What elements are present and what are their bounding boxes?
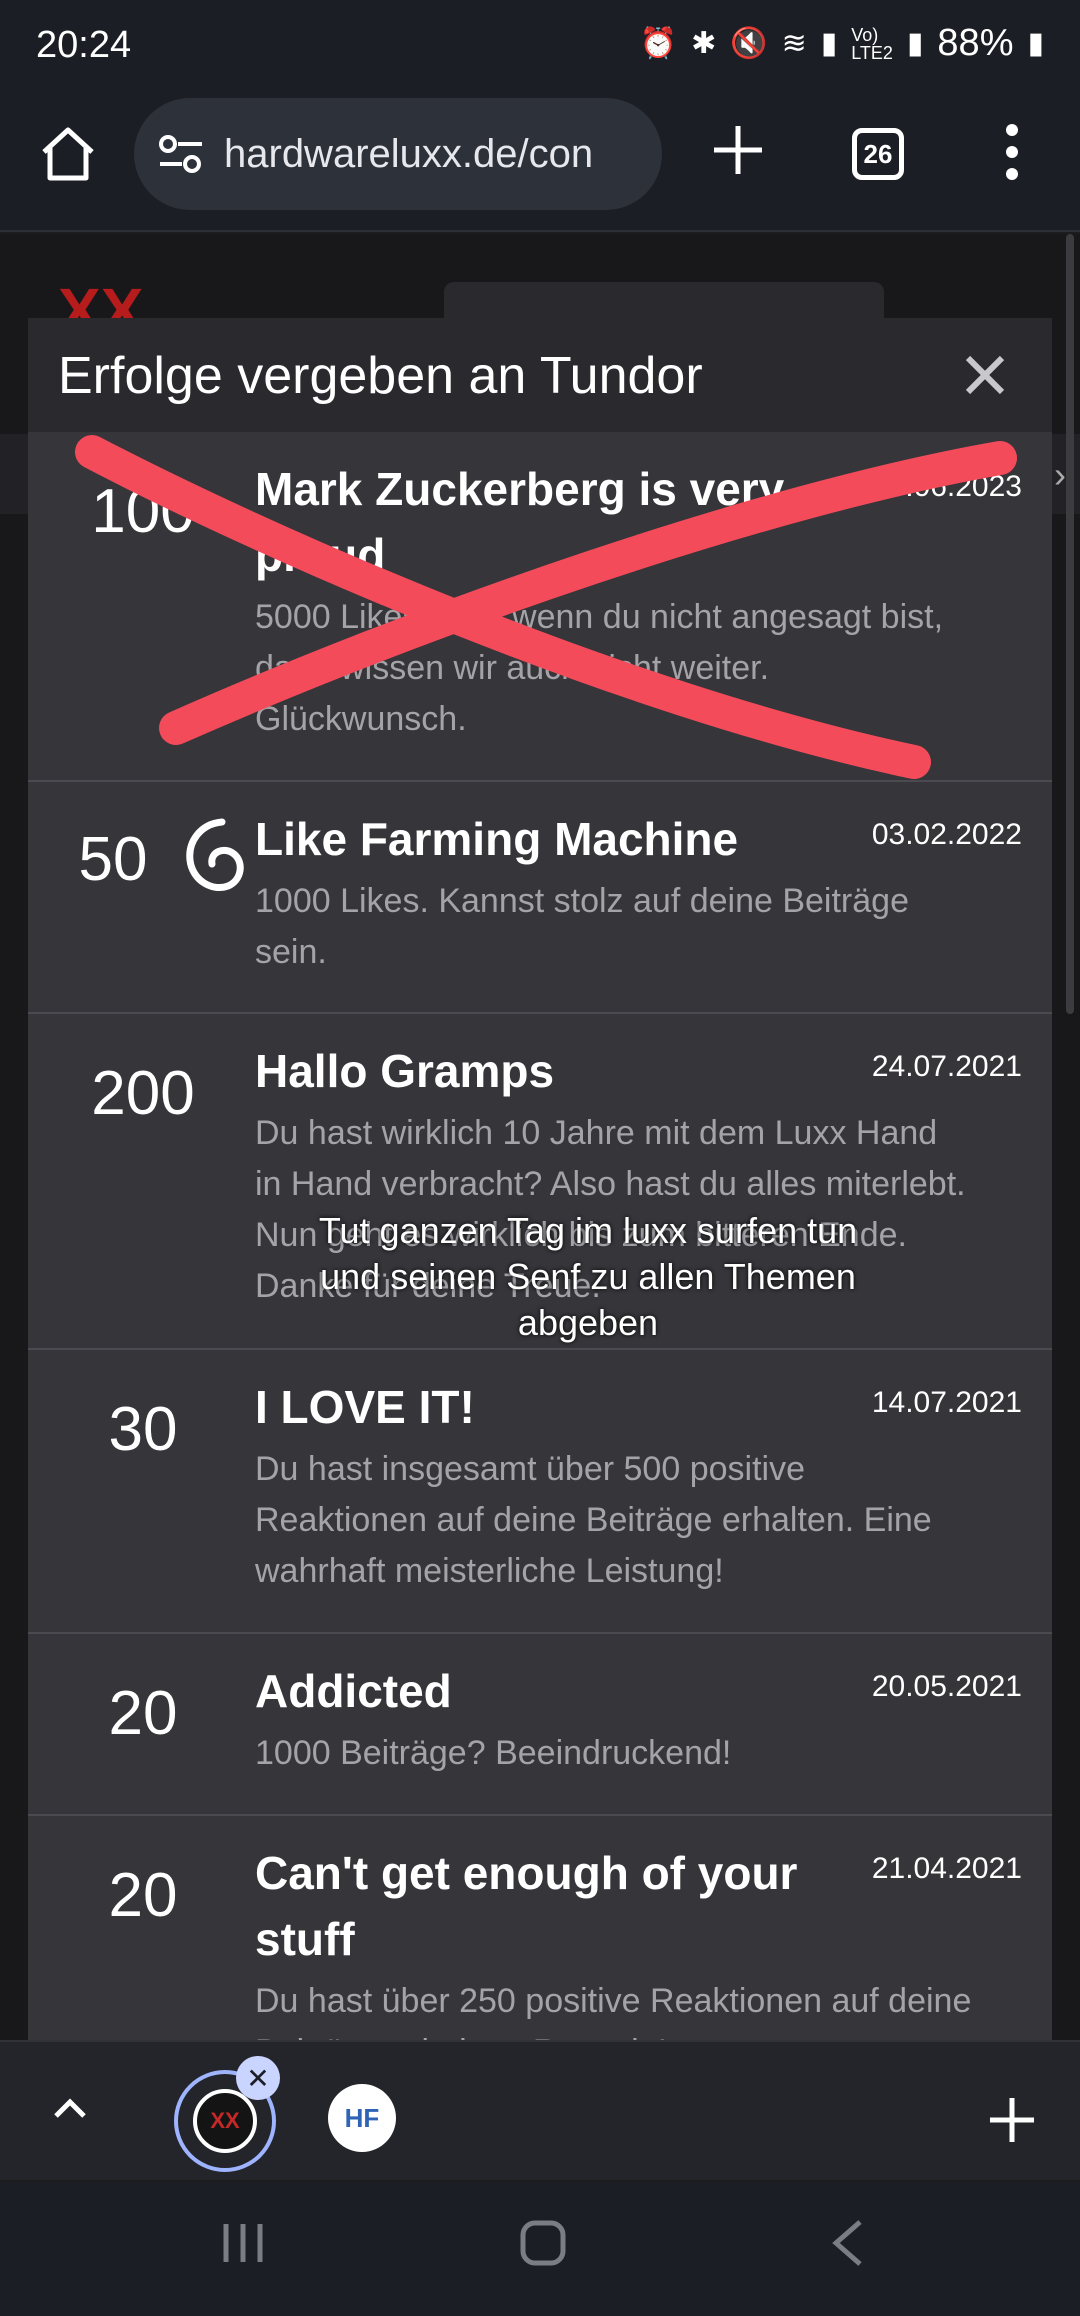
page-scrollbar[interactable]: [1066, 234, 1074, 1014]
bluetooth-icon: ✱: [691, 27, 717, 60]
achievement-row: 20 Addicted 20.05.2021 1000 Beiträge? Be…: [28, 1634, 1052, 1816]
achievement-title: Hallo Gramps: [255, 1045, 555, 1097]
achievement-row: 50 Like Farming Machine 03.02.2022 1000 …: [28, 782, 1052, 1014]
loading-spinner-icon: [186, 818, 244, 891]
achievement-points: 100: [91, 477, 195, 546]
desc-line: Du hast über 250 positive Reaktionen auf…: [255, 1982, 972, 2020]
achievement-date: 20.05.2021: [871, 1670, 1022, 1703]
achievement-description: Du hast über 250 positive Reaktionen auf…: [255, 1976, 1025, 2040]
achievement-row: 100 Mark Zuckerberg is very proud 15.06.…: [28, 432, 1052, 782]
chevron-up-icon[interactable]: [50, 2088, 90, 2128]
desc-line: in Hand verbracht? Also hast du alles mi…: [255, 1165, 966, 1203]
desc-line: Du hast wirklich 10 Jahre mit dem Luxx H…: [255, 1114, 938, 1152]
battery-icon: ▮: [1027, 27, 1044, 60]
achievement-title: Like Farming Machine: [255, 813, 739, 865]
battery-percent: 88%: [937, 22, 1014, 64]
desc-line: 1000 Likes. Kannst stolz auf deine Beitr…: [255, 882, 909, 920]
achievement-description: 1000 Likes. Kannst stolz auf deine Beitr…: [255, 876, 1025, 978]
recent-apps-icon[interactable]: [218, 2218, 268, 2268]
status-icons: ⏰ ✱ 🔇 ≋ ▮ Vo) LTE2 ▮ 88% ▮: [640, 22, 1044, 65]
desc-line: dann wissen wir auch nicht weiter.: [255, 649, 770, 687]
achievement-title: Addicted: [255, 1665, 452, 1717]
achievement-date: 14.07.2021: [871, 1386, 1022, 1419]
tab-switcher-button[interactable]: 26: [852, 128, 904, 180]
signal-icon-2: ▮: [906, 27, 924, 60]
achievement-row: 30 I LOVE IT! 14.07.2021 Du hast insgesa…: [28, 1350, 1052, 1634]
add-tab-icon[interactable]: [988, 2096, 1036, 2144]
achievement-date: 15.06.2023: [871, 470, 1022, 503]
wifi-icon: ≋: [781, 27, 807, 60]
overflow-menu-icon[interactable]: [1002, 122, 1022, 182]
tab-favicon: XX: [193, 2089, 257, 2153]
tooltip-line: abgeben: [517, 1302, 659, 1343]
achievement-title-line: proud: [255, 529, 386, 581]
desc-line: wahrhaft meisterliche Leistung!: [255, 1552, 724, 1590]
desc-line: 1000 Beiträge? Beeindruckend!: [255, 1734, 732, 1772]
desc-line: Glückwunsch.: [255, 700, 467, 738]
mute-icon: 🔇: [730, 27, 768, 60]
signal-icon: ▮: [820, 27, 838, 60]
tooltip-line: und seinen Senf zu allen Themen: [320, 1256, 856, 1297]
achievement-points: 20: [108, 1861, 178, 1930]
achievement-title: Can't get enough of your stuff: [255, 1840, 797, 1972]
desc-line: sein.: [255, 933, 327, 971]
desc-line: Du hast insgesamt über 500 positive: [255, 1450, 805, 1488]
url-text[interactable]: hardwareluxx.de/con: [224, 132, 654, 177]
achievement-title: I LOVE IT!: [255, 1381, 475, 1433]
achievement-points: 30: [108, 1395, 178, 1464]
back-icon[interactable]: [828, 2218, 868, 2268]
tooltip-line: Tut ganzen Tag im luxx surfen tun: [318, 1210, 858, 1251]
achievement-description: Du hast insgesamt über 500 positive Reak…: [255, 1444, 1025, 1597]
hover-tooltip: Tut ganzen Tag im luxx surfen tun und se…: [268, 1208, 908, 1346]
home-button-icon[interactable]: [518, 2218, 568, 2268]
chevron-right-icon: ›: [1054, 454, 1066, 495]
desc-line: 5000 Likes. Also wenn du nicht angesagt …: [255, 598, 944, 636]
alarm-icon: ⏰: [639, 27, 678, 60]
achievement-row: 20 Can't get enough of your stuff 21.04.…: [28, 1816, 1052, 2040]
achievement-date: 24.07.2021: [871, 1050, 1022, 1083]
achievement-points: 20: [108, 1679, 178, 1748]
home-icon[interactable]: [38, 124, 98, 184]
achievement-description: 1000 Beiträge? Beeindruckend!: [255, 1728, 1025, 1779]
achievement-description: 5000 Likes. Also wenn du nicht angesagt …: [255, 592, 1025, 745]
achievement-date: 03.02.2022: [871, 818, 1022, 851]
achievement-points: 200: [91, 1059, 195, 1128]
achievements-dialog: Erfolge vergeben an Tundor 100 Mark Zuck…: [28, 318, 1052, 2040]
status-time: 20:24: [36, 24, 132, 66]
dialog-title: Erfolge vergeben an Tundor: [58, 347, 703, 405]
close-icon[interactable]: [958, 348, 1012, 402]
close-tab-icon[interactable]: ✕: [236, 2056, 280, 2100]
browser-toolbar: hardwareluxx.de/con 26: [0, 92, 1080, 232]
dialog-header: Erfolge vergeben an Tundor: [28, 318, 1052, 432]
desc-line: Beiträge erhalten. Respekt!: [255, 2027, 1025, 2040]
tab-hf[interactable]: HF: [328, 2084, 396, 2152]
tab-strip: XX ✕ HF: [0, 2040, 1080, 2180]
achievement-title-line: stuff: [255, 1913, 355, 1965]
system-nav-bar: [0, 2182, 1080, 2316]
site-settings-icon[interactable]: [158, 132, 204, 176]
address-bar[interactable]: hardwareluxx.de/con: [134, 98, 662, 210]
new-tab-icon[interactable]: [710, 122, 766, 178]
achievement-title-line: Mark Zuckerberg is very: [255, 463, 785, 515]
desc-line: Reaktionen auf deine Beiträge erhalten. …: [255, 1501, 932, 1539]
achievement-date: 21.04.2021: [871, 1852, 1022, 1885]
achievement-title-line: Can't get enough of your: [255, 1847, 798, 1899]
status-bar: 20:24 ⏰ ✱ 🔇 ≋ ▮ Vo) LTE2 ▮ 88% ▮: [0, 0, 1080, 92]
volte-icon: Vo) LTE2: [851, 24, 893, 63]
achievement-title: Mark Zuckerberg is very proud: [255, 456, 784, 588]
